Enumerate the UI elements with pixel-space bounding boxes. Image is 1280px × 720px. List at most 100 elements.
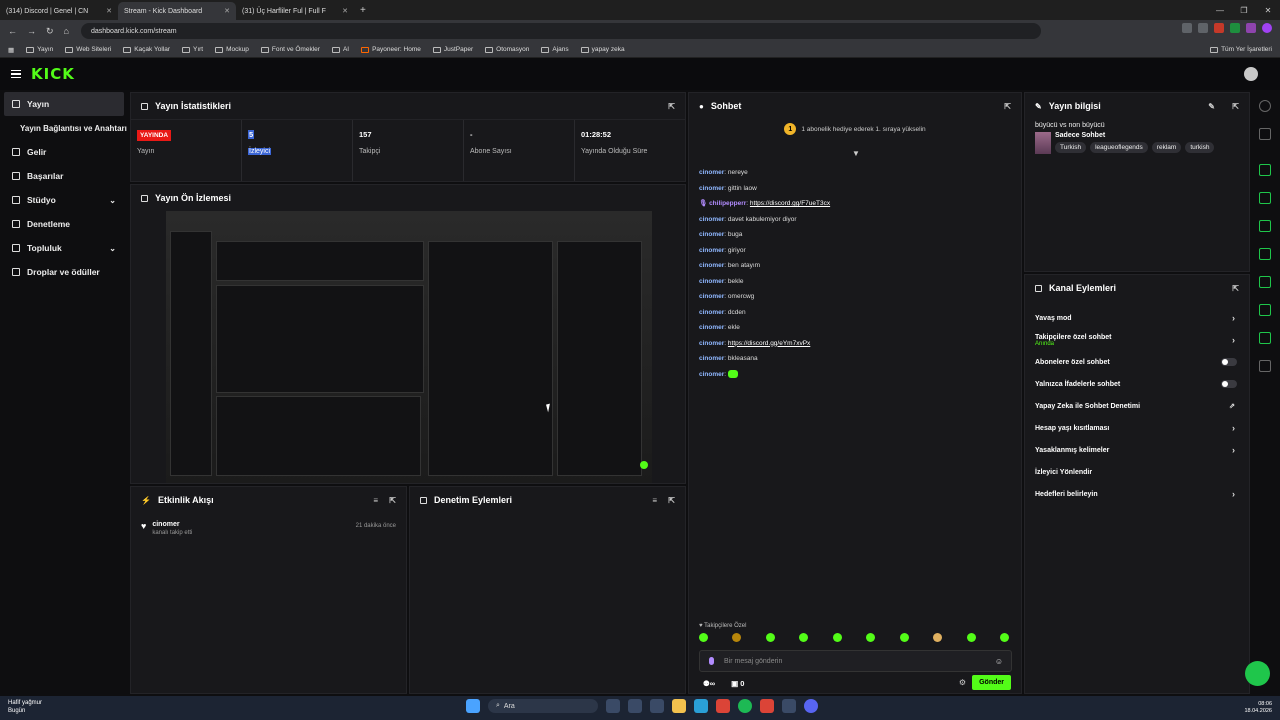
edge-icon[interactable]: [694, 699, 708, 713]
trash-icon[interactable]: [1259, 220, 1271, 232]
action-goals[interactable]: Hedefleri belirleyin ›: [1025, 483, 1249, 505]
sidebar-item-stream-key[interactable]: Yayın Bağlantısı ve Anahtarı: [0, 116, 128, 140]
popout-icon[interactable]: ⇱: [1004, 102, 1011, 111]
extension-icon[interactable]: [1230, 23, 1240, 33]
extension-icon[interactable]: [1214, 23, 1224, 33]
action-banned-words[interactable]: Yasaklanmış kelimeler ›: [1025, 439, 1249, 461]
bookmark-folder[interactable]: Mockup: [215, 46, 249, 53]
browser-tab-youtube[interactable]: (31) Üç Harfliler Ful | Full F ✕: [236, 2, 354, 20]
camera-icon[interactable]: [1259, 164, 1271, 176]
action-slow-mode[interactable]: Yavaş mod ›: [1025, 307, 1249, 329]
gear-icon[interactable]: ⚙: [959, 678, 966, 687]
sidebar-item-drops[interactable]: Droplar ve ödüller: [0, 260, 128, 284]
bookmark-folder[interactable]: yapay zeka: [580, 46, 625, 53]
sidebar-item-studio[interactable]: Stüdyo ⌄: [0, 188, 128, 212]
reload-icon[interactable]: ↻: [46, 26, 54, 37]
maximize-icon[interactable]: ❐: [1232, 0, 1256, 20]
action-subs-only[interactable]: Abonelere özel sohbet: [1025, 351, 1249, 373]
emote-icon[interactable]: [765, 633, 775, 642]
chat-username[interactable]: cinomer: [699, 185, 724, 192]
sidebar-item-achievements[interactable]: Başarılar: [0, 164, 128, 188]
close-window-icon[interactable]: ✕: [1256, 0, 1280, 20]
taskview-icon[interactable]: [606, 699, 620, 713]
chat-username[interactable]: cinomer: [699, 309, 724, 316]
back-icon[interactable]: ←: [8, 26, 17, 37]
bolt-icon[interactable]: [1259, 192, 1271, 204]
new-tab-icon[interactable]: +: [360, 5, 366, 16]
chrome-icon[interactable]: [760, 699, 774, 713]
extension-icon[interactable]: [1246, 23, 1256, 33]
event-user[interactable]: cinomer: [152, 521, 192, 528]
home-icon[interactable]: ⌂: [64, 26, 69, 37]
filter-icon[interactable]: ≡: [373, 496, 378, 505]
users-icon[interactable]: ⚉∞: [703, 679, 715, 688]
emote-icon[interactable]: [799, 633, 809, 642]
app-icon[interactable]: [650, 699, 664, 713]
weather-widget[interactable]: Hafif yağmur Bugün: [8, 699, 42, 715]
bookmark-folder[interactable]: Web Siteleri: [65, 46, 111, 53]
chat-username[interactable]: cinomer: [699, 247, 724, 254]
forward-icon[interactable]: →: [27, 26, 36, 37]
link-icon[interactable]: [1259, 276, 1271, 288]
info-icon[interactable]: [1259, 100, 1271, 112]
chat-username[interactable]: cinomer: [699, 355, 724, 362]
action-followers-only[interactable]: Takipçilere özel sohbet Anında ›: [1025, 329, 1249, 351]
toggle-switch[interactable]: [1221, 358, 1237, 366]
browser-tab-kick[interactable]: Stream - Kick Dashboard ✕: [118, 2, 236, 20]
chat-username[interactable]: cinomer: [699, 293, 724, 300]
bookmark-folder[interactable]: Yayın: [26, 46, 53, 53]
bookmark-folder[interactable]: Kaçak Yollar: [123, 46, 170, 53]
windows-start-icon[interactable]: [466, 699, 480, 713]
bookmark-folder[interactable]: Font ve Ömekler: [260, 46, 320, 53]
emote-icon[interactable]: [899, 633, 909, 642]
emote-icon[interactable]: [866, 633, 876, 642]
settings-icon[interactable]: [782, 699, 796, 713]
url-field[interactable]: dashboard.kick.com/stream: [80, 23, 1041, 39]
bookmark-folder[interactable]: JustPaper: [432, 46, 473, 53]
bookmark-link[interactable]: Payoneer: Home: [361, 46, 421, 53]
settings-icon[interactable]: [1259, 304, 1271, 316]
wrench-icon[interactable]: [1259, 332, 1271, 344]
chat-username[interactable]: cinomer: [699, 278, 724, 285]
chat-username[interactable]: cinomer: [699, 216, 724, 223]
chrome-icon[interactable]: [716, 699, 730, 713]
menu-icon[interactable]: [11, 69, 21, 79]
chat-link[interactable]: https://discord.gg/F7ueT3cx: [750, 200, 830, 207]
bookmark-folder[interactable]: Yırt: [182, 46, 203, 53]
apps-icon[interactable]: ▦: [8, 46, 14, 54]
extension-icon[interactable]: [1198, 23, 1208, 33]
close-icon[interactable]: ✕: [224, 7, 230, 15]
action-ai-moderation[interactable]: Yapay Zeka ile Sohbet Denetimi ⇗: [1025, 395, 1249, 417]
chat-username[interactable]: chilipepperr: [709, 200, 746, 207]
popout-icon[interactable]: ⇱: [668, 496, 675, 505]
sidebar-item-community[interactable]: Topluluk ⌄: [0, 236, 128, 260]
emoji-icon[interactable]: ☺: [995, 657, 1003, 666]
profile-icon[interactable]: [1262, 23, 1272, 33]
chat-link[interactable]: https://discord.gg/eYm7xvPx: [728, 340, 810, 347]
minimize-icon[interactable]: —: [1208, 0, 1232, 20]
chat-username[interactable]: cinomer: [699, 262, 724, 269]
emote-icon[interactable]: [732, 633, 742, 642]
gift-counter[interactable]: ▣ 0: [731, 679, 744, 688]
edit-icon[interactable]: [1259, 128, 1271, 140]
sidebar-item-stream[interactable]: Yayın: [4, 92, 124, 116]
bookmark-folder[interactable]: AI: [331, 46, 349, 53]
discord-icon[interactable]: [804, 699, 818, 713]
chat-username[interactable]: cinomer: [699, 340, 724, 347]
action-account-age[interactable]: Hesap yaşı kısıtlaması ›: [1025, 417, 1249, 439]
bookmark-folder[interactable]: Ajans: [541, 46, 569, 53]
kick-logo[interactable]: KICK: [31, 65, 75, 83]
store-icon[interactable]: [628, 699, 642, 713]
popout-icon[interactable]: ⇱: [389, 496, 396, 505]
popout-icon[interactable]: ⇱: [1232, 284, 1239, 293]
taskbar-search[interactable]: ⌕ Ara: [488, 699, 598, 713]
spotify-icon[interactable]: [738, 699, 752, 713]
filter-icon[interactable]: ≡: [652, 496, 657, 505]
add-widget-icon[interactable]: [1259, 360, 1271, 372]
chat-username[interactable]: cinomer: [699, 169, 724, 176]
clock[interactable]: 08:06 18.04.2026: [1244, 701, 1272, 715]
popout-icon[interactable]: ⇱: [1232, 102, 1239, 111]
tag[interactable]: Turkish: [1055, 142, 1087, 153]
close-icon[interactable]: ✕: [106, 7, 112, 15]
pin-icon[interactable]: ▼: [852, 149, 860, 158]
